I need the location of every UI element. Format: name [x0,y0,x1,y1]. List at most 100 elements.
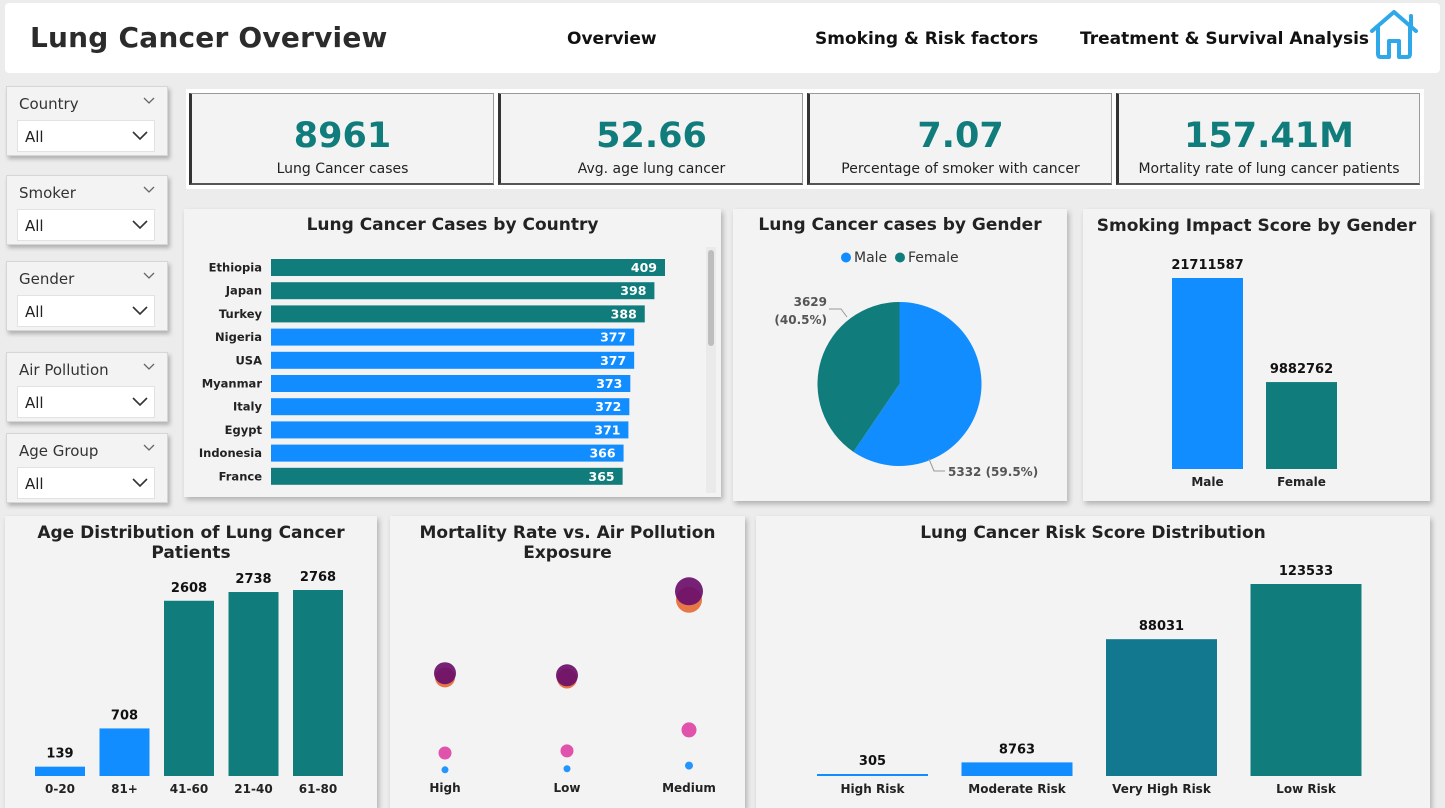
bar-category-label: Very High Risk [1112,782,1212,796]
bar-value-label: 9882762 [1270,362,1333,377]
slicer-country: Country All [6,86,168,156]
bar-value-label: 372 [595,399,621,414]
nav-overview[interactable]: Overview [567,29,657,49]
bar-value-label: 88031 [1139,619,1184,634]
bar-category-label: Moderate Risk [968,782,1066,796]
bar-category-label: Low Risk [1276,782,1337,796]
country-bar[interactable] [271,282,655,300]
country-bar[interactable] [271,328,635,346]
smoker-dropdown[interactable]: All [17,209,155,241]
bar[interactable] [1250,584,1362,776]
country-bar[interactable] [271,305,645,323]
scatter-point[interactable] [556,664,578,687]
scatter-point[interactable] [560,744,574,758]
chevron-down-icon [132,397,148,407]
gender-dropdown[interactable]: All [17,295,155,327]
air-pollution-dropdown[interactable]: All [17,386,155,418]
scatter-point[interactable] [563,765,571,773]
bar-category-label: Japan [225,284,262,298]
bar-value-label: 21711587 [1171,258,1243,273]
slicer-label: Air Pollution [19,361,109,379]
country-bar[interactable] [271,444,624,462]
leader-line [928,458,945,472]
bar-category-label: Female [1277,475,1326,489]
smoking-impact-panel: Smoking Impact Score by Gender 21711587 M… [1083,209,1430,501]
chevron-down-icon[interactable] [143,363,155,371]
bar[interactable] [228,592,279,776]
bar[interactable] [293,590,343,776]
scatter-point[interactable] [438,746,452,760]
gender-pie-panel: Lung Cancer cases by Gender Male Female 53… [733,209,1067,501]
dropdown-value: All [25,303,44,321]
kpi-card-smoker-pct: 7.07 Percentage of smoker with cancer [807,93,1112,185]
slicer-label: Country [19,95,79,113]
bar-value-label: 139 [46,747,73,762]
nav-smoking-risk[interactable]: Smoking & Risk factors [815,29,1038,49]
bar[interactable] [164,600,214,776]
bar[interactable] [1106,639,1217,776]
chevron-down-icon[interactable] [143,186,155,194]
legend-label: Male [854,250,887,266]
bar-category-label: Nigeria [215,330,262,344]
bar[interactable] [1172,278,1243,469]
legend-marker-male [841,252,851,263]
scatter-point[interactable] [685,761,693,770]
mortality-scatter-panel: Mortality Rate vs. Air Pollution Exposur… [390,516,745,808]
header-bar: Lung Cancer Overview Overview Smoking & … [5,3,1440,73]
scatter-point[interactable] [675,577,703,606]
bar-value-label: 123533 [1279,564,1333,579]
slicer-age-group: Age Group All [6,433,168,503]
country-bar[interactable] [271,398,630,416]
home-icon[interactable] [1367,7,1421,61]
country-dropdown[interactable]: All [17,120,155,152]
bar[interactable] [961,762,1073,776]
kpi-value: 157.41M [1184,116,1354,156]
scatter-point[interactable] [434,662,456,685]
chevron-down-icon [132,220,148,230]
smoking-impact-bar-chart: 21711587 Male 9882762 Female [1171,258,1337,489]
bar-category-label: Turkey [219,307,263,321]
bar-value-label: 365 [589,469,615,484]
kpi-card-mortality: 157.41M Mortality rate of lung cancer pa… [1116,93,1420,185]
bar[interactable] [817,774,928,776]
bar-category-label: Italy [233,400,262,414]
slicer-label: Smoker [19,184,76,202]
bar[interactable] [1266,382,1337,469]
bar-value-label: 366 [589,446,615,461]
chevron-down-icon[interactable] [143,97,155,105]
country-bar[interactable] [271,467,623,485]
bar-category-label: 81+ [111,782,138,796]
chevron-down-icon [132,306,148,316]
legend-label: Female [908,250,959,266]
dropdown-value: All [25,394,44,412]
bar[interactable] [35,766,85,776]
scatter-point[interactable] [681,722,697,738]
country-bar[interactable] [271,421,629,439]
scrollbar-thumb[interactable] [708,250,714,346]
slicer-label: Age Group [19,442,99,460]
kpi-value: 52.66 [596,116,707,156]
bar-category-label: Male [1191,475,1223,489]
bar-value-label: 409 [631,260,657,275]
mortality-scatter-chart: High Low Medium [429,577,716,795]
chevron-down-icon[interactable] [143,444,155,452]
country-bar[interactable] [271,375,631,392]
kpi-caption: Mortality rate of lung cancer patients [1138,161,1400,177]
nav-treatment-survival[interactable]: Treatment & Survival Analysis [1080,29,1369,49]
bar-category-label: 61-80 [299,782,337,796]
country-bar[interactable] [271,351,635,369]
bar-value-label: 373 [596,376,622,391]
x-axis-label: Medium [662,781,716,795]
gender-pie-chart: Male Female 5332 (59.5%) 3629 (40.5%) [774,250,1038,479]
slicer-smoker: Smoker All [6,175,168,245]
age-group-dropdown[interactable]: All [17,467,155,499]
country-bar-chart: Ethiopia 409 Japan 398 Turkey 388 Nigeria 377 US… [199,247,716,493]
scatter-point[interactable] [441,766,449,774]
chevron-down-icon[interactable] [143,272,155,280]
age-distribution-bar-chart: 139 0-20 708 81+ 2608 41-60 2738 21-40 2768 61-80 [35,570,343,796]
leader-line [829,308,848,318]
country-bar[interactable] [271,259,665,276]
bar[interactable] [99,728,150,776]
kpi-row: 8961 Lung Cancer cases 52.66 Avg. age lu… [186,89,1424,189]
slicer-label: Gender [19,270,75,288]
